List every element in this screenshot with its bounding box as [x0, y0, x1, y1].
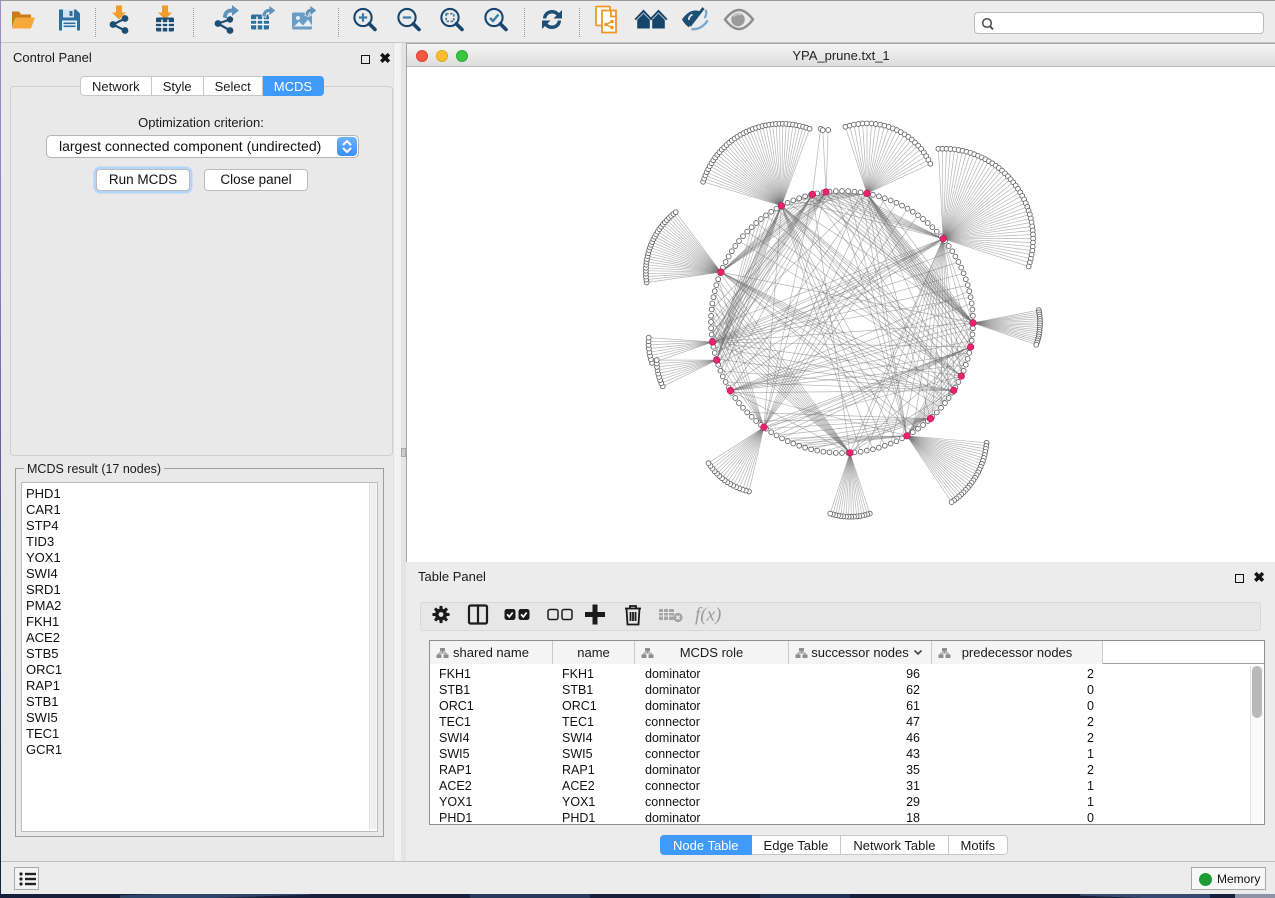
svg-text:f(x): f(x)	[695, 604, 721, 625]
